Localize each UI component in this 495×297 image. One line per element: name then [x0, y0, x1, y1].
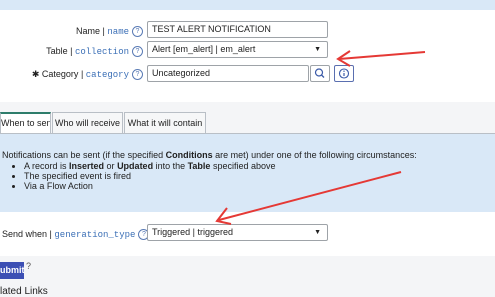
category-api-name: category [85, 70, 129, 80]
tab-when-to-send[interactable]: When to send [0, 112, 51, 133]
list-item-bold: Updated [117, 161, 154, 171]
tab-who-will-receive[interactable]: Who will receive [52, 112, 123, 133]
send-when-api-name: generation_type [54, 230, 136, 240]
table-help-icon[interactable]: ? [132, 46, 143, 58]
intro-text: Notifications can be sent (if the specif… [2, 150, 166, 160]
send-when-label: Send when | generation_type? [2, 229, 150, 241]
annotation-arrow-icon [215, 171, 402, 225]
table-api-name: collection [74, 47, 129, 57]
category-label-sep: | [78, 69, 86, 79]
category-label: ✱ Category | category? [20, 69, 143, 81]
submit-help-icon[interactable]: ? [26, 261, 31, 271]
table-label: Table | collection? [40, 46, 143, 58]
table-label-sep: | [67, 46, 75, 56]
related-links-heading: lated Links [0, 286, 48, 297]
category-label-text: Category [41, 69, 79, 79]
table-select-value: Alert [em_alert] | em_alert [152, 44, 256, 54]
intro-text-end: are met) under one of the following circ… [212, 150, 417, 160]
tab-what-it-will-contain[interactable]: What it will contain [124, 112, 206, 133]
mandatory-icon: ✱ [31, 69, 40, 79]
category-input[interactable]: Uncategorized [147, 65, 309, 82]
panel-intro: Notifications can be sent (if the specif… [2, 150, 417, 160]
list-item-text: into the [153, 161, 188, 171]
table-label-text: Table [46, 46, 68, 56]
chevron-down-icon: ▼ [314, 46, 321, 53]
search-icon [314, 68, 325, 78]
name-label: Name | name? [60, 26, 143, 38]
annotation-arrow-icon [336, 50, 426, 67]
name-api-name: name [107, 27, 129, 37]
name-label-text: Name [76, 26, 101, 36]
info-icon [338, 68, 350, 79]
top-banner [0, 0, 495, 10]
send-when-label-text: Send when [2, 229, 48, 239]
table-select[interactable]: Alert [em_alert] | em_alert ▼ [147, 41, 328, 58]
intro-conditions: Conditions [165, 150, 213, 160]
name-help-icon[interactable]: ? [132, 26, 143, 38]
category-help-icon[interactable]: ? [132, 69, 143, 81]
name-input[interactable]: TEST ALERT NOTIFICATION [147, 21, 328, 38]
list-item-bold: Inserted [69, 161, 105, 171]
submit-button[interactable]: ubmit [0, 262, 25, 279]
form-header-section: Name | name? TEST ALERT NOTIFICATION Tab… [0, 10, 495, 102]
list-item-text: or [104, 161, 118, 171]
list-item-text: A record is [24, 161, 70, 171]
category-lookup-button[interactable] [310, 65, 330, 82]
